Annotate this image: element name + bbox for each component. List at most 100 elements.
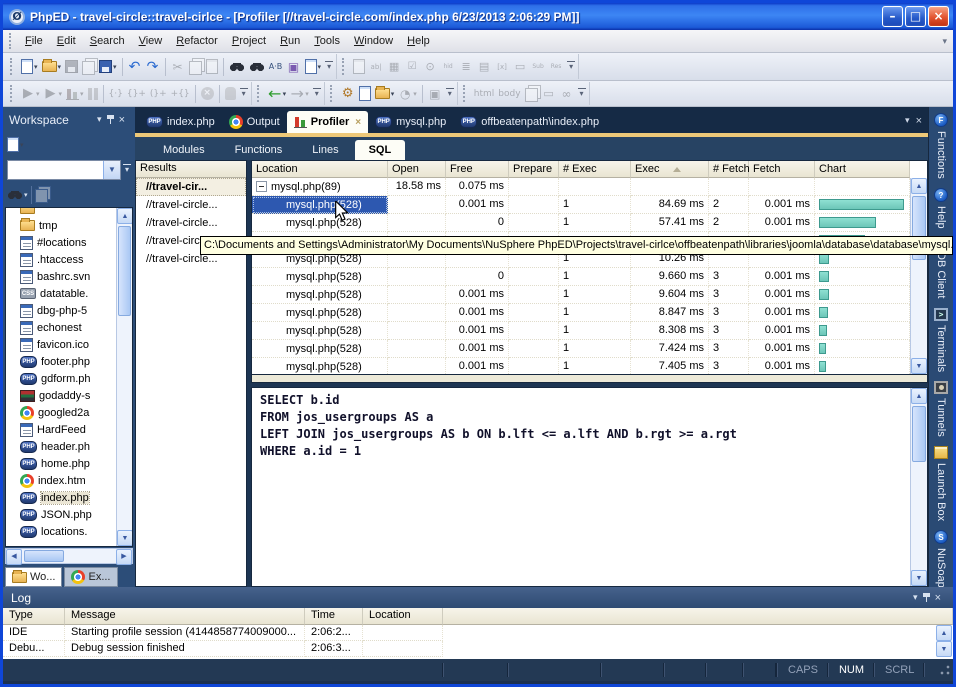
tree-item-home-php[interactable]: home.php [20, 455, 116, 472]
menu-search[interactable]: Search [83, 32, 132, 50]
tree-item--locations[interactable]: #locations [20, 234, 116, 251]
add-project-item-icon[interactable] [7, 137, 19, 152]
dropdown-arrow-icon[interactable]: ▾ [34, 63, 38, 71]
preview-browser-button[interactable]: ◔▾ [396, 83, 419, 105]
scroll-down-icon[interactable]: ▼ [911, 358, 927, 374]
results-item[interactable]: //travel-circle... [136, 196, 246, 214]
run-debugger-button[interactable]: ▶▾ [42, 83, 65, 105]
editor-tab-profiler[interactable]: Profiler× [287, 111, 368, 133]
dropdown-arrow[interactable]: ▾ [20, 141, 24, 149]
paste-html-button[interactable] [523, 83, 540, 105]
results-header[interactable]: Results [136, 161, 246, 178]
column-header-chart[interactable]: Chart [815, 161, 910, 178]
scrollbar-thumb[interactable] [912, 406, 926, 462]
form-page-button[interactable] [351, 56, 367, 78]
publish-button[interactable]: ▾ [373, 83, 397, 105]
menu-view[interactable]: View [132, 32, 170, 50]
find-button[interactable] [227, 56, 247, 78]
grid-row[interactable]: mysql.php(528)0.001 ms17.405 ms30.001 ms [252, 358, 927, 375]
tree-item-bashrc-svn[interactable]: bashrc.svn [20, 268, 116, 285]
minimize-button[interactable]: – [882, 6, 903, 27]
dropdown-arrow-icon[interactable]: ▾ [318, 63, 322, 71]
dropdown-arrow-icon[interactable]: ▾ [305, 90, 309, 98]
search-binoculars-icon[interactable] [7, 189, 23, 200]
column-header-fetch[interactable]: Fetch [749, 161, 815, 178]
tree-item-index-htm[interactable]: index.htm [20, 472, 116, 489]
dropdown-arrow-icon[interactable]: ▾ [113, 63, 117, 71]
text-field-button[interactable]: ab| [367, 56, 385, 78]
find-in-files-button[interactable] [247, 56, 267, 78]
grid-row[interactable]: mysql.php(528)0.001 ms19.604 ms30.001 ms [252, 286, 927, 304]
dropdown-arrow-icon[interactable]: ▾ [283, 90, 287, 98]
menu-project[interactable]: Project [225, 32, 273, 50]
workspace-close-icon[interactable]: × [115, 114, 129, 126]
grid-scrollbar[interactable]: ▲ ▼ [910, 178, 927, 374]
tree-item--htaccess[interactable]: .htaccess [20, 251, 116, 268]
run-to-cursor-button[interactable]: +{} [169, 83, 192, 105]
profiler-tab-modules[interactable]: Modules [149, 140, 219, 160]
menu-window[interactable]: Window [347, 32, 400, 50]
log-row[interactable]: IDEStarting profile session (41448587740… [3, 625, 953, 641]
tree-item-googled2a[interactable]: googled2a [20, 404, 116, 421]
log-close-icon[interactable]: × [931, 592, 945, 604]
open-file-button[interactable]: ▾ [40, 56, 64, 78]
maximize-button[interactable]: □ [905, 6, 926, 27]
cut-button[interactable]: ✂ [169, 56, 187, 78]
dropdown-arrow-icon[interactable]: ▾ [391, 90, 395, 98]
toolbar-overflow-icon[interactable]: ▾ [313, 88, 321, 99]
replace-button[interactable]: A·B [267, 56, 285, 78]
log-column-type[interactable]: Type [3, 608, 65, 625]
resize-grip[interactable] [939, 664, 951, 676]
redo-button[interactable]: ↷ [144, 56, 162, 78]
menu-help[interactable]: Help [400, 32, 437, 50]
profiler-tab-functions[interactable]: Functions [221, 140, 297, 160]
body-tag-button[interactable]: body [496, 83, 522, 105]
scroll-up-icon[interactable]: ▲ [936, 625, 952, 641]
copy-button[interactable] [187, 56, 204, 78]
tab-close-icon[interactable]: × [355, 117, 361, 128]
tree-item-hardfeed[interactable]: HardFeed [20, 421, 116, 438]
code-explorer-button[interactable]: ▣ [285, 56, 303, 78]
grid-row[interactable]: mysql.php(528)0.001 ms17.424 ms30.001 ms [252, 340, 927, 358]
grid-row[interactable]: mysql.php(528)0.001 ms184.69 ms20.001 ms [252, 196, 927, 214]
tree-item-gdform-ph[interactable]: gdform.ph [20, 370, 116, 387]
toolbar-overflow-icon[interactable]: ▾ [446, 88, 454, 99]
push-button-button[interactable]: ▭ [511, 56, 529, 78]
radio-button-button[interactable]: ⊙ [421, 56, 439, 78]
step-out-button[interactable]: (}+ [148, 83, 169, 105]
log-column-message[interactable]: Message [65, 608, 305, 625]
column-header-prepare[interactable]: Prepare [509, 161, 559, 178]
tree-item-json-php[interactable]: JSON.php [20, 506, 116, 523]
toolbar-overflow-icon[interactable]: ▾ [240, 88, 248, 99]
title-bar[interactable]: PhpED - travel-circle::travel-cirlce - [… [3, 3, 953, 30]
dropdown-arrow-icon[interactable]: ▾ [58, 63, 62, 71]
dropdown-list-button[interactable]: ▤ [475, 56, 493, 78]
sidebar-tab-help[interactable]: ?Help [934, 188, 948, 229]
tree-horizontal-scrollbar[interactable]: ◀ ▶ [5, 548, 133, 564]
scroll-down-icon[interactable]: ▼ [911, 570, 927, 586]
scrollbar-thumb[interactable] [24, 550, 64, 562]
results-item[interactable]: //travel-circle... [136, 214, 246, 232]
log-row[interactable]: Debu...Debug session finished2:06:3... [3, 641, 953, 657]
menu-refactor[interactable]: Refactor [169, 32, 225, 50]
tree-item-godaddy-s[interactable]: godaddy-s [20, 387, 116, 404]
menu-tools[interactable]: Tools [307, 32, 347, 50]
grid-row[interactable]: mysql.php(528)0.001 ms18.847 ms30.001 ms [252, 304, 927, 322]
log-column-time[interactable]: Time [305, 608, 363, 625]
tree-item-footer-php[interactable]: footer.php [20, 353, 116, 370]
grid-row[interactable]: mysql.php(528)019.660 ms30.001 ms [252, 268, 927, 286]
tree-item[interactable] [20, 207, 116, 217]
deploy-page-button[interactable] [357, 83, 373, 105]
undo-button[interactable]: ↶ [126, 56, 144, 78]
tree-item-dbg-php-5[interactable]: dbg-php-5 [20, 302, 116, 319]
sql-scrollbar[interactable]: ▲ ▼ [910, 388, 927, 586]
workspace-filter-combobox[interactable]: ▼ [7, 160, 121, 180]
scroll-up-icon[interactable]: ▲ [911, 178, 927, 194]
clipboard-button[interactable]: ▾ [303, 56, 324, 78]
workspace-tab-ex[interactable]: Ex... [64, 567, 117, 587]
step-over-button[interactable]: {}+ [125, 83, 148, 105]
tree-item-locations-[interactable]: locations. [20, 523, 116, 540]
editor-tab-output[interactable]: Output [222, 111, 287, 133]
scrollbar-thumb[interactable] [118, 226, 131, 316]
tree-item-datatable-[interactable]: datatable. [20, 285, 116, 302]
